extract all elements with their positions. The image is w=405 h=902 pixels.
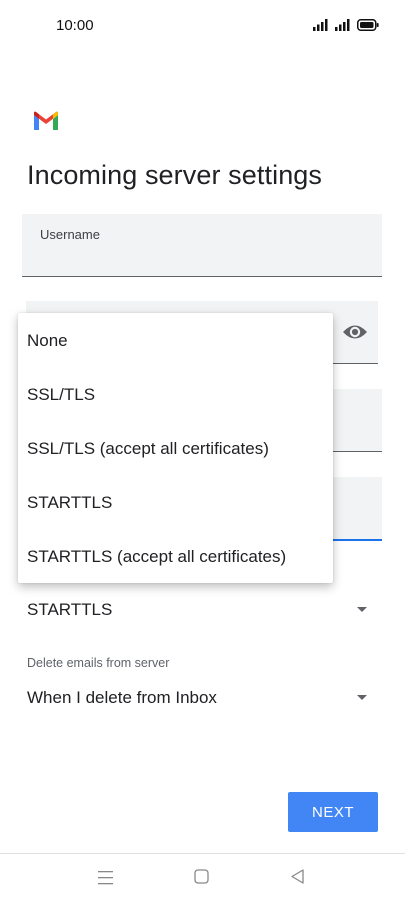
- back-triangle-icon[interactable]: [290, 864, 306, 890]
- signal-icon: [313, 19, 328, 31]
- security-type-select[interactable]: STARTTLS: [27, 600, 377, 620]
- delete-emails-caption: Delete emails from server: [27, 656, 170, 670]
- eye-icon[interactable]: [341, 320, 369, 344]
- menu-item-none[interactable]: None: [27, 331, 68, 351]
- status-icons: [313, 19, 379, 31]
- gmail-logo-icon: [34, 111, 58, 130]
- page-title: Incoming server settings: [27, 160, 323, 190]
- security-options-menu: None SSL/TLS SSL/TLS (accept all certifi…: [18, 313, 333, 583]
- menu-item-ssl-tls-accept-all[interactable]: SSL/TLS (accept all certificates): [27, 439, 269, 459]
- menu-item-starttls[interactable]: STARTTLS: [27, 493, 112, 513]
- delete-emails-value: When I delete from Inbox: [27, 688, 217, 707]
- menu-item-starttls-accept-all[interactable]: STARTTLS (accept all certificates): [27, 547, 286, 567]
- nav-divider: [0, 853, 405, 854]
- menu-icon[interactable]: [98, 864, 114, 890]
- status-time: 10:00: [56, 17, 94, 34]
- username-field[interactable]: Username: [22, 214, 382, 277]
- delete-emails-select[interactable]: When I delete from Inbox: [27, 688, 377, 708]
- home-square-icon[interactable]: [194, 864, 210, 890]
- next-button[interactable]: NEXT: [288, 792, 378, 832]
- chevron-down-icon: [357, 695, 367, 700]
- battery-icon: [357, 19, 379, 31]
- username-label: Username: [40, 227, 100, 242]
- security-type-value: STARTTLS: [27, 600, 113, 619]
- menu-item-ssl-tls[interactable]: SSL/TLS: [27, 385, 95, 405]
- signal-icon-2: [335, 19, 350, 31]
- chevron-down-icon: [357, 607, 367, 612]
